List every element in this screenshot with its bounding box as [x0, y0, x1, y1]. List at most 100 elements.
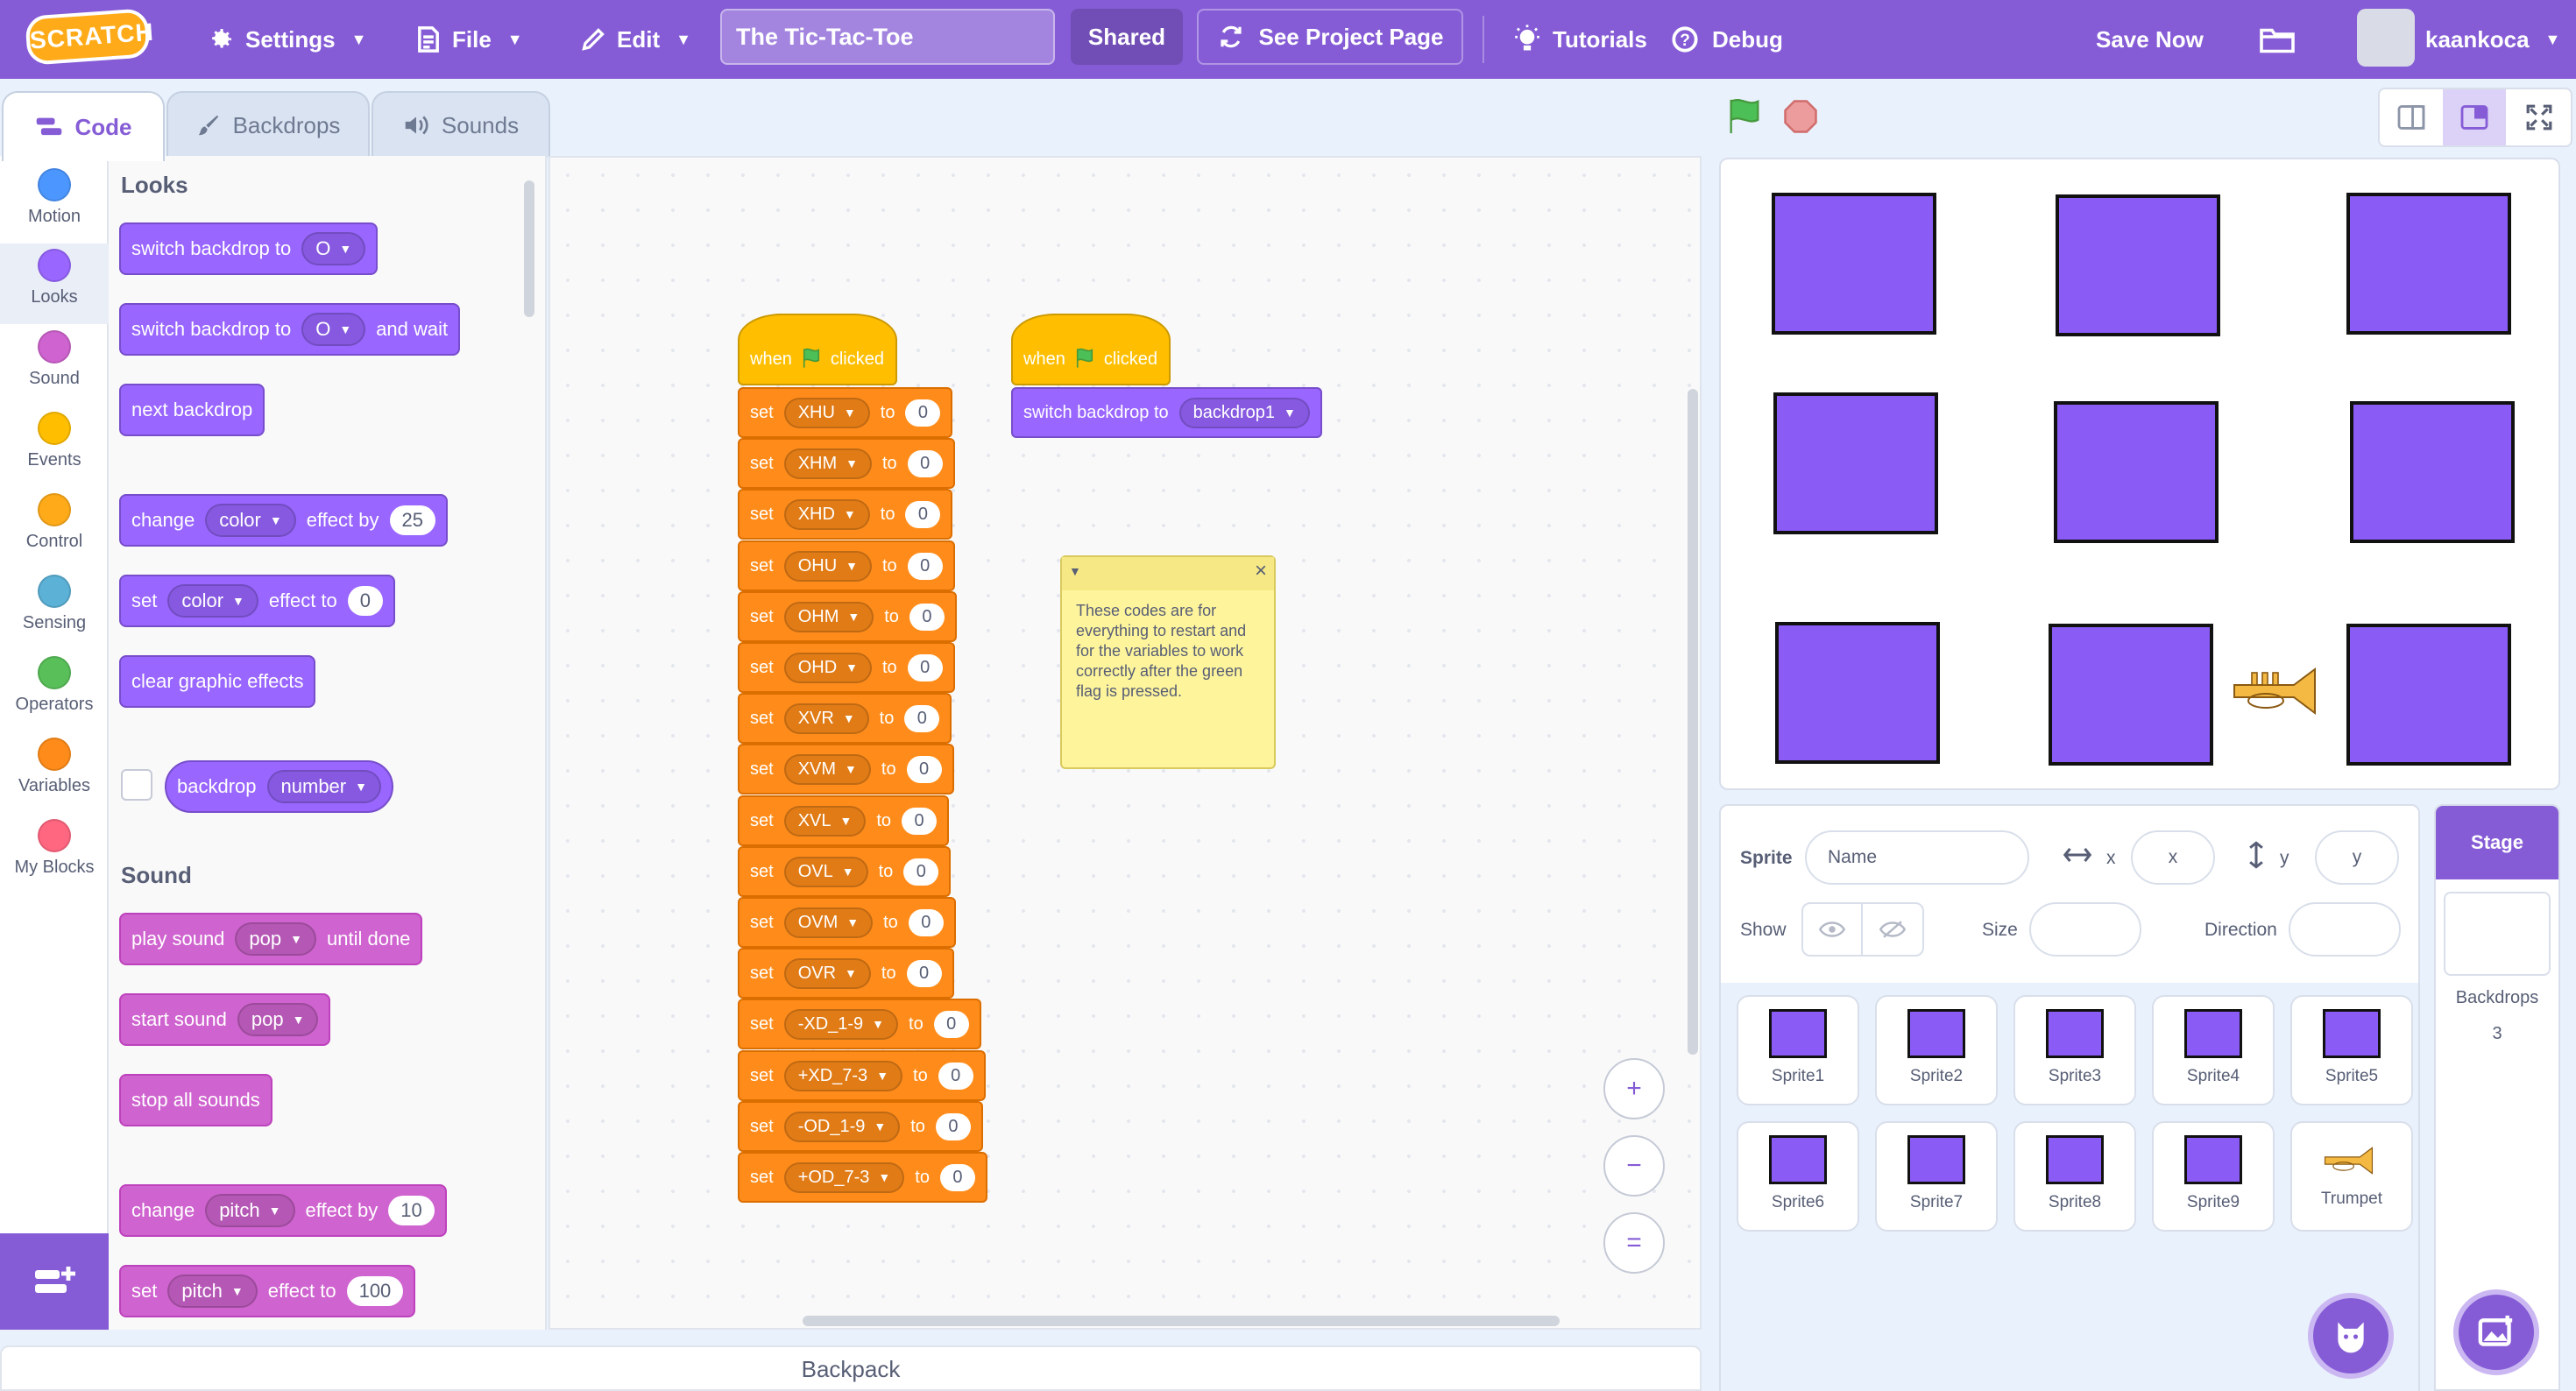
variable-dropdown[interactable]: +OD_7-3 ▼ — [783, 1162, 905, 1193]
stop-all-sounds-block[interactable]: stop all sounds — [119, 1074, 272, 1126]
sprite5-square[interactable] — [2054, 401, 2219, 543]
zoom-reset-button[interactable]: = — [1603, 1212, 1665, 1274]
set-variable-block[interactable]: set XVR ▼ to 0 — [738, 693, 952, 744]
direction-input[interactable] — [2289, 902, 2401, 957]
variable-dropdown[interactable]: OVR ▼ — [783, 957, 871, 989]
script-area[interactable]: when clicked set XHU ▼ to 0 set XHM ▼ to 0 set XHD ▼… — [548, 156, 1702, 1330]
set-variable-block[interactable]: set -OD_1-9 ▼ to 0 — [738, 1101, 983, 1152]
category-my-blocks[interactable]: My Blocks — [0, 814, 109, 894]
value-input[interactable]: 0 — [904, 704, 940, 732]
size-input[interactable] — [2029, 902, 2141, 957]
value-input[interactable]: 0 — [939, 1163, 975, 1191]
y-input[interactable]: y — [2315, 830, 2399, 885]
next-backdrop-block[interactable]: next backdrop — [119, 384, 265, 436]
variable-dropdown[interactable]: -OD_1-9 ▼ — [783, 1111, 901, 1142]
number-input[interactable]: 25 — [389, 505, 435, 535]
when-flag-clicked-hat-block[interactable]: when clicked — [1011, 314, 1171, 385]
add-extension-button[interactable] — [0, 1233, 109, 1330]
sprite-tile-sprite2[interactable]: Sprite2 — [1875, 995, 1998, 1105]
sprite-tile-sprite6[interactable]: Sprite6 — [1737, 1121, 1859, 1232]
set-variable-block[interactable]: set XHM ▼ to 0 — [738, 438, 955, 489]
play-sound-until-done-block[interactable]: play sound pop ▼ until done — [119, 913, 423, 965]
change-effect-block[interactable]: change color ▼ effect by 25 — [119, 494, 448, 547]
sound-dropdown[interactable]: pop ▼ — [237, 1003, 319, 1036]
comment-text[interactable]: These codes are for everything to restar… — [1062, 590, 1274, 712]
code-comment[interactable]: ▼ × These codes are for everything to re… — [1060, 555, 1276, 769]
add-sprite-button[interactable] — [2308, 1293, 2394, 1379]
sprite9-square[interactable] — [2346, 624, 2511, 766]
tab-sounds[interactable]: Sounds — [372, 91, 550, 158]
variable-dropdown[interactable]: XHU ▼ — [783, 397, 870, 428]
effect-dropdown[interactable]: color ▼ — [205, 504, 296, 537]
sprite-tile-sprite8[interactable]: Sprite8 — [2013, 1121, 2136, 1232]
tutorials-button[interactable]: Tutorials — [1512, 0, 1647, 79]
category-motion[interactable]: Motion — [0, 163, 109, 244]
value-input[interactable]: 0 — [938, 1062, 973, 1090]
value-input[interactable]: 0 — [906, 959, 942, 987]
set-variable-block[interactable]: set +XD_7-3 ▼ to 0 — [738, 1050, 986, 1101]
variable-dropdown[interactable]: XHD ▼ — [783, 498, 870, 530]
value-input[interactable]: 0 — [935, 1112, 971, 1140]
effect-dropdown[interactable]: color ▼ — [167, 584, 258, 618]
sprite8-square[interactable] — [2049, 624, 2213, 766]
variable-dropdown[interactable]: XHM ▼ — [783, 448, 872, 479]
script-horizontal-scrollbar[interactable] — [803, 1316, 1560, 1326]
show-sprite-button[interactable] — [1803, 904, 1863, 955]
set-variable-block[interactable]: set XVM ▼ to 0 — [738, 744, 954, 794]
set-variable-block[interactable]: set +OD_7-3 ▼ to 0 — [738, 1152, 987, 1203]
zoom-out-button[interactable]: − — [1603, 1135, 1665, 1197]
sprite-tile-trumpet[interactable]: Trumpet — [2290, 1121, 2413, 1232]
variable-dropdown[interactable]: OHU ▼ — [783, 550, 872, 582]
tab-backdrops[interactable]: Backdrops — [166, 91, 370, 158]
scratch-logo[interactable]: SCRATCH — [25, 8, 155, 66]
debug-button[interactable]: ? Debug — [1668, 0, 1783, 79]
backdrop-dropdown[interactable]: backdrop1 ▼ — [1178, 397, 1310, 428]
backdrop-reporter-checkbox[interactable] — [121, 769, 152, 801]
stage-canvas[interactable] — [1719, 158, 2560, 790]
zoom-in-button[interactable]: + — [1603, 1058, 1665, 1119]
value-input[interactable]: 0 — [908, 908, 944, 936]
number-input[interactable]: 10 — [388, 1196, 435, 1225]
stop-icon[interactable] — [1782, 98, 1819, 135]
value-input[interactable]: 0 — [905, 500, 941, 528]
variable-dropdown[interactable]: XVL ▼ — [783, 805, 867, 837]
set-variable-block[interactable]: set OHD ▼ to 0 — [738, 642, 955, 693]
value-input[interactable]: 0 — [907, 449, 943, 477]
sprite-name-input[interactable]: Name — [1805, 830, 2029, 885]
sprite4-square[interactable] — [1773, 392, 1938, 534]
category-events[interactable]: Events — [0, 406, 109, 487]
file-menu[interactable]: File ▼ — [415, 0, 523, 79]
value-input[interactable]: 0 — [903, 858, 939, 886]
backdrop-dropdown[interactable]: O ▼ — [301, 313, 366, 346]
set-effect-block[interactable]: set color ▼ effect to 0 — [119, 575, 396, 627]
small-stage-button[interactable] — [2380, 89, 2443, 145]
script-vertical-scrollbar[interactable] — [1688, 389, 1698, 1055]
x-input[interactable]: x — [2131, 830, 2215, 885]
category-sound[interactable]: Sound — [0, 325, 109, 406]
collapse-caret-icon[interactable]: ▼ — [1069, 564, 1081, 578]
category-sensing[interactable]: Sensing — [0, 569, 109, 650]
sprite6-square[interactable] — [2350, 401, 2515, 543]
sound-effect-dropdown[interactable]: pitch ▼ — [167, 1274, 258, 1308]
sprite-tile-sprite9[interactable]: Sprite9 — [2152, 1121, 2275, 1232]
category-variables[interactable]: Variables — [0, 732, 109, 813]
sprite7-square[interactable] — [1775, 622, 1940, 764]
set-variable-block[interactable]: set OVM ▼ to 0 — [738, 897, 956, 948]
category-control[interactable]: Control — [0, 488, 109, 568]
trumpet-icon[interactable] — [2231, 666, 2329, 717]
my-stuff-button[interactable] — [2259, 0, 2296, 79]
backpack[interactable]: Backpack — [0, 1345, 1702, 1391]
change-pitch-block[interactable]: change pitch ▼ effect by 10 — [119, 1184, 447, 1237]
project-title-input[interactable]: The Tic-Tac-Toe — [720, 9, 1055, 65]
sprite-tile-sprite7[interactable]: Sprite7 — [1875, 1121, 1998, 1232]
value-input[interactable]: 0 — [905, 399, 941, 427]
when-flag-clicked-hat-block[interactable]: when clicked — [738, 314, 897, 385]
sprite1-square[interactable] — [1772, 193, 1936, 335]
set-variable-block[interactable]: set XHD ▼ to 0 — [738, 489, 953, 540]
variable-dropdown[interactable]: XVR ▼ — [783, 703, 869, 734]
set-variable-block[interactable]: set OVR ▼ to 0 — [738, 948, 954, 999]
backdrop-reporter-block[interactable]: backdrop number ▼ — [165, 760, 393, 813]
variable-dropdown[interactable]: OVL ▼ — [783, 856, 868, 887]
see-project-page-button[interactable]: See Project Page — [1197, 9, 1463, 65]
value-input[interactable]: 0 — [907, 653, 943, 681]
